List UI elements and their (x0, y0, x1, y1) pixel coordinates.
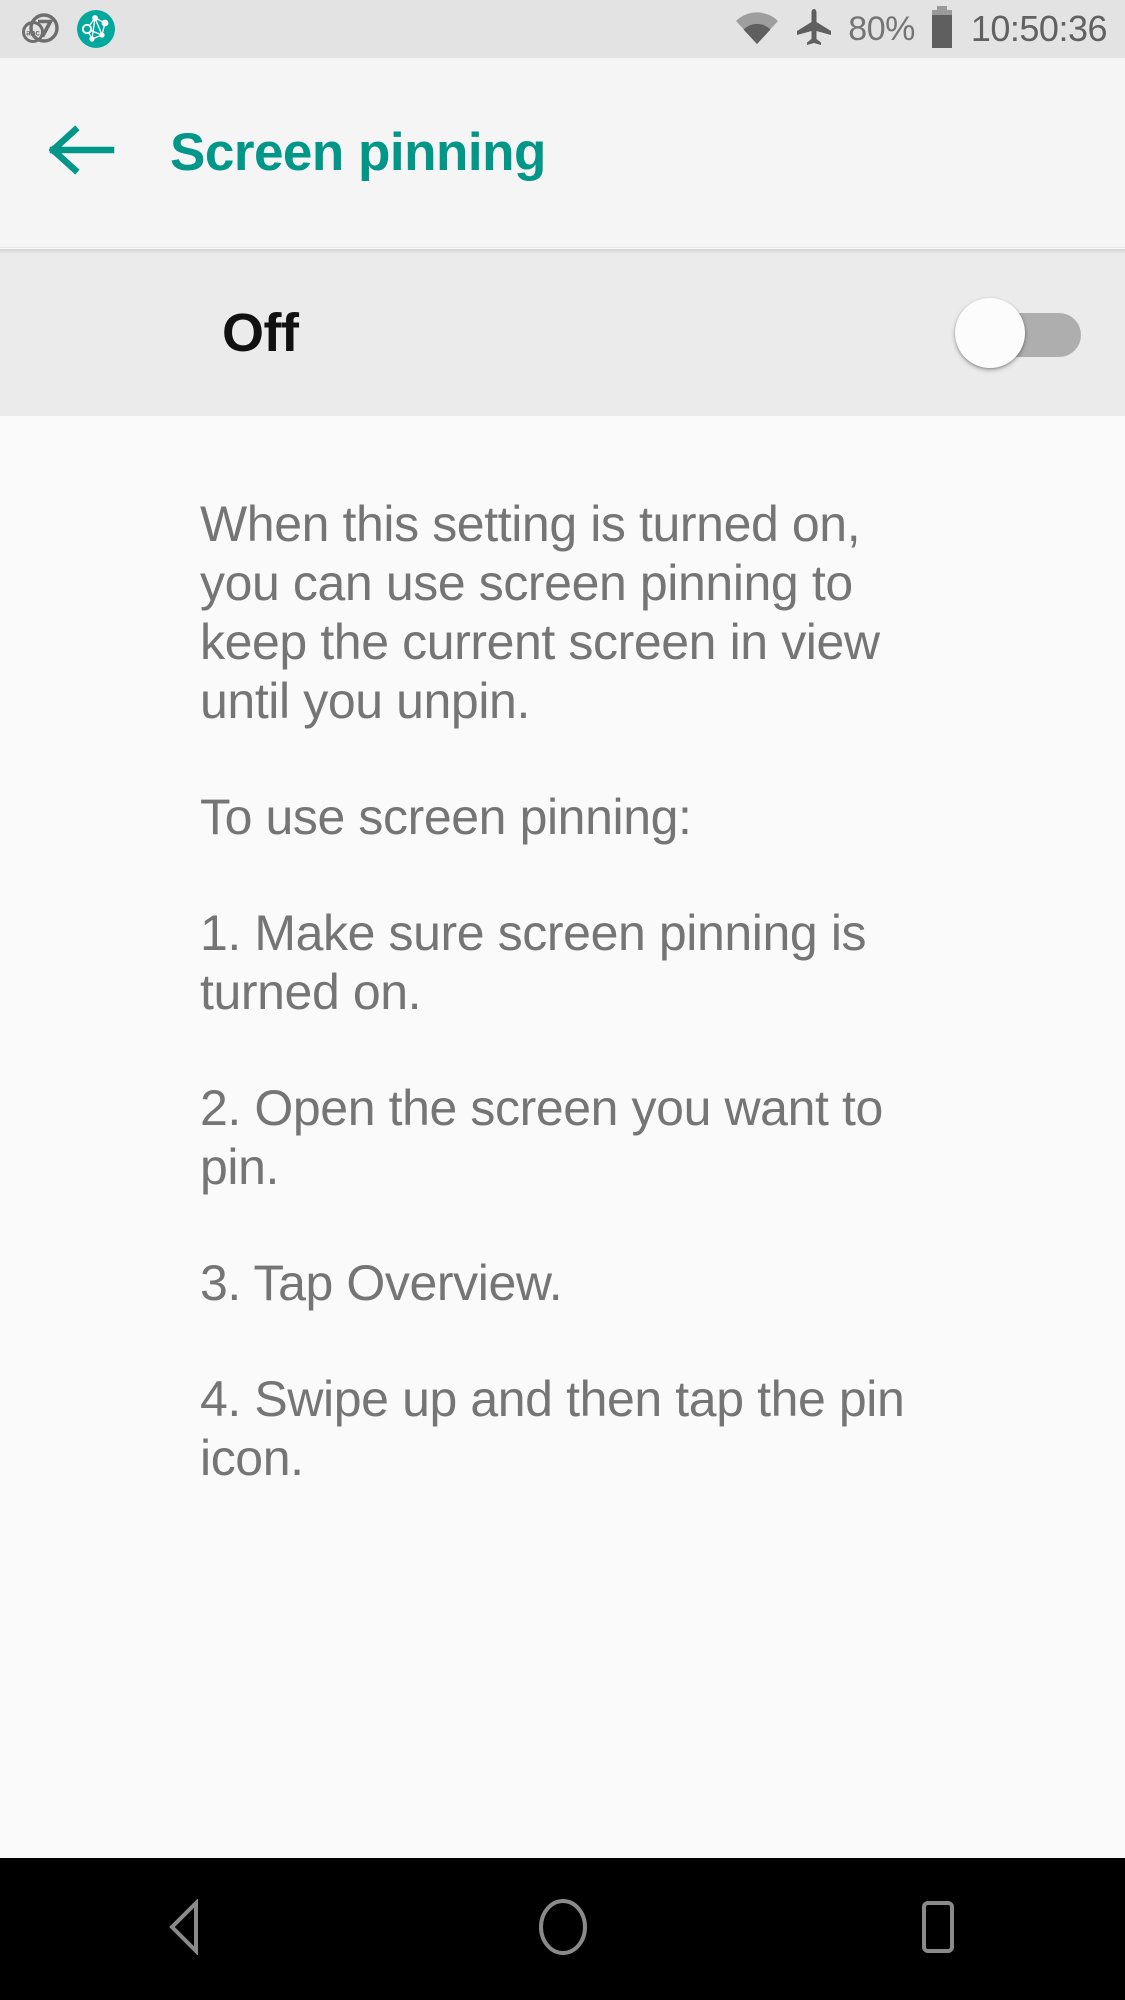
step-3: 3. Tap Overview. (200, 1255, 563, 1311)
nav-home-circle-icon (536, 1897, 590, 1962)
system-navigation-bar (0, 1858, 1125, 2000)
android-screen: abc 80% 10:50:36 Screen pinning Off When… (0, 0, 1125, 2000)
nav-recents-button[interactable] (848, 1858, 1028, 2000)
status-bar-system-icons: 80% 10:50:36 (734, 5, 1108, 53)
step-2: 2. Open the screen you want to pin. (200, 1080, 883, 1195)
status-bar-notifications: abc (20, 9, 116, 49)
switch-thumb (955, 297, 1025, 368)
abc7-news-icon: abc (20, 9, 60, 49)
description-text-block: When this setting is turned on, you can … (200, 495, 925, 1488)
step-4: 4. Swipe up and then tap the pin icon. (200, 1371, 905, 1486)
status-bar: abc 80% 10:50:36 (0, 0, 1125, 58)
status-bar-clock: 10:50:36 (970, 8, 1108, 49)
app-bar: Screen pinning (0, 58, 1125, 248)
airplane-mode-icon (794, 7, 834, 52)
paragraph-intro: When this setting is turned on, you can … (200, 496, 880, 729)
description-content: When this setting is turned on, you can … (0, 416, 1125, 1858)
battery-percent-label: 80% (848, 9, 915, 48)
nav-back-button[interactable] (98, 1858, 278, 2000)
battery-icon (929, 5, 955, 53)
nav-recents-square-icon (914, 1898, 962, 1961)
arrow-back-icon (48, 124, 115, 181)
screen-pinning-switch[interactable] (955, 295, 1081, 371)
nav-back-triangle-icon (162, 1897, 214, 1960)
step-1: 1. Make sure screen pinning is turned on… (200, 905, 867, 1020)
paragraph-instructions-heading: To use screen pinning: (200, 789, 692, 845)
toggle-state-label: Off (222, 302, 299, 363)
nav-home-button[interactable] (473, 1858, 653, 2000)
wifi-icon (734, 8, 780, 51)
screen-pinning-toggle-row[interactable]: Off (0, 249, 1125, 416)
network-graph-icon (76, 9, 116, 49)
page-title: Screen pinning (170, 123, 546, 182)
back-navigation-button[interactable] (46, 117, 118, 189)
